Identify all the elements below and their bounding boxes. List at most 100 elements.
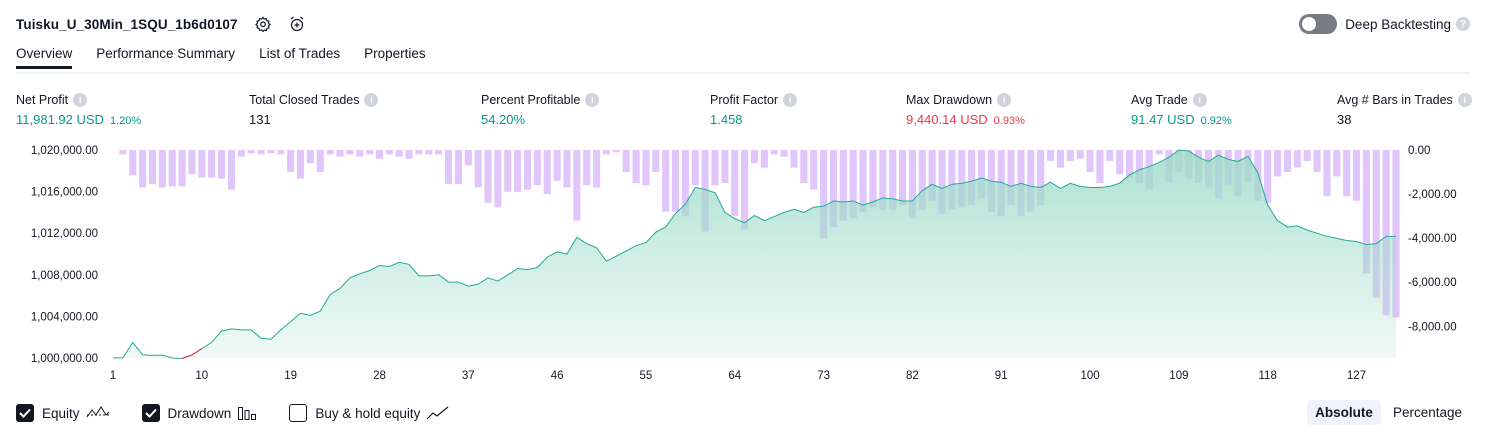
drawdown-bar — [523, 150, 532, 190]
toggle-knob — [1302, 17, 1317, 31]
drawdown-bar — [750, 150, 759, 164]
drawdown-bar — [257, 150, 265, 155]
info-icon[interactable]: i — [1457, 93, 1472, 107]
x-tick-label: 64 — [728, 370, 741, 382]
alarm-add-icon[interactable] — [288, 15, 306, 33]
info-icon[interactable]: i — [364, 93, 379, 107]
drawdown-bar — [474, 150, 482, 188]
tab-performance-summary[interactable]: Performance Summary — [96, 46, 235, 69]
metric-label: Profit Factor — [710, 93, 779, 107]
drawdown-bar — [721, 150, 729, 184]
drawdown-bar — [395, 150, 403, 157]
drawdown-bar — [1343, 150, 1351, 197]
drawdown-bar — [514, 150, 522, 192]
y-left-tick-label: 1,016,000.00 — [31, 187, 98, 199]
drawdown-bar — [691, 150, 699, 186]
absolute-button[interactable]: Absolute — [1307, 400, 1381, 425]
x-axis: 1 10 19 28 37 46 55 64 73 82 91 100 109 118 127 — [110, 370, 1366, 382]
drawdown-bar — [898, 150, 907, 206]
tab-list-of-trades[interactable]: List of Trades — [259, 46, 340, 69]
x-tick-label: 10 — [195, 370, 208, 382]
drawdown-bar — [543, 150, 551, 195]
drawdown-bar — [336, 150, 344, 157]
x-tick-label: 73 — [817, 370, 830, 382]
y-right-tick-label: 0.00 — [1408, 145, 1430, 157]
drawdown-bar — [1155, 150, 1163, 155]
drawdown-bar — [1333, 150, 1341, 177]
drawdown-bar — [385, 150, 393, 155]
drawdown-bars-icon — [237, 405, 257, 421]
tabs-divider — [16, 72, 1470, 74]
strategy-header: Tuisku_U_30Min_1SQU_1b6d0107 — [16, 12, 306, 36]
drawdown-bar — [316, 150, 324, 173]
deep-backtesting-toggle[interactable] — [1299, 14, 1338, 34]
y-left-tick-label: 1,012,000.00 — [31, 228, 98, 240]
drawdown-checkbox[interactable] — [141, 404, 160, 422]
drawdown-bar — [148, 150, 157, 185]
equity-area — [113, 150, 1396, 359]
drawdown-bar — [188, 150, 196, 175]
drawdown-bar — [415, 150, 423, 155]
info-icon[interactable]: i — [997, 93, 1012, 107]
drawdown-bar — [770, 150, 778, 155]
drawdown-bar — [671, 150, 680, 212]
drawdown-bar — [632, 150, 640, 184]
drawdown-bar — [760, 150, 768, 168]
drawdown-bar — [612, 150, 620, 153]
info-icon[interactable]: i — [73, 93, 88, 107]
equity-label: Equity — [42, 405, 80, 421]
drawdown-bar — [1116, 150, 1124, 175]
drawdown-bar — [1047, 150, 1055, 162]
drawdown-bar — [129, 150, 137, 176]
drawdown-bar — [454, 150, 462, 185]
drawdown-bar — [366, 150, 374, 155]
y-right-tick-label: -6,000.00 — [1408, 277, 1457, 289]
drawdown-label: Drawdown — [167, 405, 232, 421]
tab-overview[interactable]: Overview — [16, 46, 73, 69]
drawdown-toggle[interactable]: Drawdown — [141, 404, 258, 422]
buy-hold-line-icon — [426, 405, 450, 421]
drawdown-bar — [218, 150, 226, 179]
drawdown-bar — [208, 150, 216, 178]
drawdown-bar — [287, 150, 295, 173]
info-icon[interactable]: i — [1192, 93, 1207, 107]
drawdown-bar — [227, 150, 235, 190]
settings-icon[interactable] — [254, 15, 272, 33]
drawdown-bar — [869, 150, 877, 208]
drawdown-bar — [504, 150, 512, 192]
metric-label: Percent Profitable — [481, 93, 581, 107]
equity-drawdown-chart[interactable]: 1,020,000.00 1,016,000.00 1,012,000.00 1,00… — [0, 138, 1486, 396]
drawdown-bar — [1076, 150, 1084, 159]
help-icon[interactable]: ? — [1456, 17, 1470, 31]
metric-label: Avg Trade — [1131, 93, 1188, 107]
buy-hold-toggle[interactable]: Buy & hold equity — [289, 404, 450, 422]
x-tick-label: 28 — [373, 370, 386, 382]
buy-hold-checkbox[interactable] — [289, 404, 308, 422]
drawdown-bar — [356, 150, 364, 157]
drawdown-bar — [622, 150, 630, 173]
equity-checkbox[interactable] — [16, 404, 34, 422]
y-right-tick-label: -8,000.00 — [1408, 321, 1457, 333]
y-axis-left: 1,020,000.00 1,016,000.00 1,012,000.00 1,00… — [31, 145, 98, 365]
drawdown-bar — [1274, 150, 1282, 177]
metric-percent: 0.93% — [993, 115, 1025, 127]
equity-toggle[interactable]: Equity — [16, 404, 110, 422]
metric-value: 54.20% — [481, 112, 526, 127]
drawdown-bar — [1323, 150, 1331, 197]
metric-total-closed-trades: Total Closed Trades i 131 — [249, 93, 379, 127]
drawdown-bar — [139, 150, 147, 188]
drawdown-bar — [583, 150, 591, 186]
info-icon[interactable]: i — [783, 93, 798, 107]
info-icon[interactable]: i — [585, 93, 600, 107]
drawdown-bar — [425, 150, 433, 155]
x-tick-label: 37 — [462, 370, 475, 382]
y-right-tick-label: -2,000.00 — [1408, 189, 1457, 201]
metric-value: 9,440.14 USD — [906, 112, 988, 127]
percentage-button[interactable]: Percentage — [1385, 400, 1470, 425]
tab-properties[interactable]: Properties — [364, 46, 426, 69]
metric-value: 91.47 USD — [1131, 112, 1195, 127]
y-right-tick-label: -4,000.00 — [1408, 233, 1457, 245]
tab-bar: Overview Performance Summary List of Tra… — [16, 46, 450, 69]
metric-percent: 0.92% — [1200, 115, 1232, 127]
metric-label: Net Profit — [16, 93, 69, 107]
